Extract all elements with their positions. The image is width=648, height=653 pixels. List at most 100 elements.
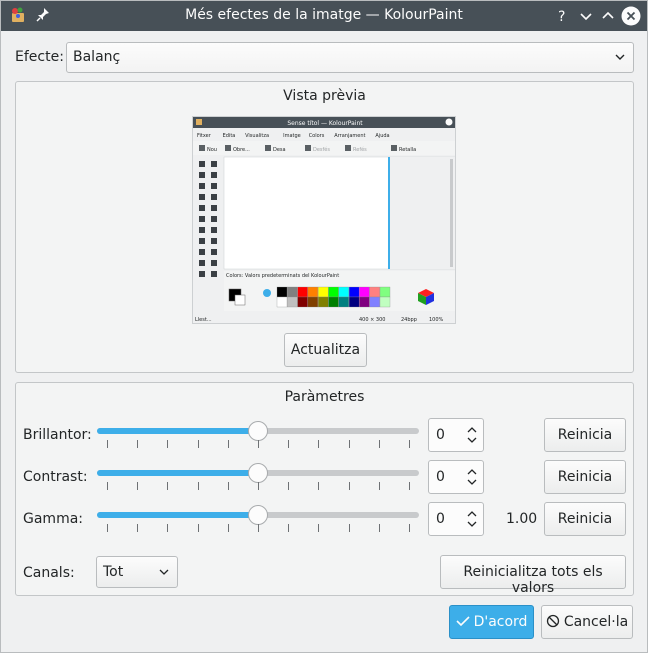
mini-tool-icon <box>211 260 217 266</box>
slider-tick <box>198 482 199 490</box>
mini-tool-icon <box>199 172 205 178</box>
brightness-spinbox[interactable]: 0 <box>428 418 484 452</box>
mini-palette-swatch <box>348 286 360 298</box>
slider-tick <box>288 482 289 490</box>
mini-palette-swatch <box>359 286 370 298</box>
slider-handle[interactable] <box>248 463 268 483</box>
close-button[interactable] <box>620 5 642 27</box>
spin-arrows-icon[interactable] <box>465 508 479 530</box>
spin-arrows-icon[interactable] <box>465 424 479 446</box>
mini-palette-swatch <box>318 296 329 308</box>
mini-tool-icon <box>199 238 205 244</box>
mini-menu-item: Imatge <box>283 133 301 139</box>
mini-tool-icon <box>211 172 217 178</box>
title-bar: Més efectes de la imatge — KolourPaint ? <box>1 1 647 31</box>
chevron-down-icon <box>159 569 169 575</box>
mini-menu-item: Arranjament <box>334 133 365 139</box>
mini-palette-swatch <box>338 296 349 308</box>
mini-tool-icon <box>199 216 205 222</box>
mini-toolbar-item: Retalla <box>399 147 416 153</box>
ok-button[interactable]: D'acord <box>449 605 534 639</box>
mini-palette-swatch <box>369 286 380 298</box>
brightness-label: Brillantor: <box>23 427 92 443</box>
mini-toolbar-icon <box>265 145 271 151</box>
mini-tool-icon <box>199 249 205 255</box>
maximize-button[interactable] <box>597 5 619 27</box>
gamma-display-value: 1.00 <box>506 511 538 527</box>
slider-tick <box>409 440 410 448</box>
mini-tool-icon <box>199 161 205 167</box>
slider-tick <box>379 524 380 532</box>
channels-label: Canals: <box>23 565 75 581</box>
contrast-reset-button[interactable]: Reinicia <box>544 460 626 494</box>
mini-palette-swatch <box>307 296 319 308</box>
effect-combobox[interactable]: Balanç <box>66 42 634 73</box>
slider-tick <box>409 482 410 490</box>
mini-tool-icon <box>199 205 205 211</box>
gamma-reset-button[interactable]: Reinicia <box>544 502 626 536</box>
mini-palette-swatch <box>379 296 391 308</box>
cancel-button[interactable]: Cancel·la <box>541 605 633 639</box>
contrast-value: 0 <box>436 469 445 485</box>
gamma-slider[interactable] <box>97 505 419 537</box>
contrast-spinbox[interactable]: 0 <box>428 460 484 494</box>
mini-toolbar-item: Obre... <box>233 147 250 153</box>
spin-arrows-icon[interactable] <box>465 466 479 488</box>
slider-handle[interactable] <box>248 421 268 441</box>
cancel-label: Cancel·la <box>563 614 629 630</box>
slider-handle[interactable] <box>248 505 268 525</box>
mini-tool-icon <box>211 183 217 189</box>
gamma-spinbox[interactable]: 0 <box>428 502 484 536</box>
slider-tick <box>228 482 229 490</box>
slider-tick <box>137 524 138 532</box>
mini-tool-icon <box>199 227 205 233</box>
question-icon: ? <box>558 9 565 25</box>
slider-tick <box>379 482 380 490</box>
mini-tool-icon <box>199 260 205 266</box>
gamma-label: Gamma: <box>23 511 83 527</box>
help-button[interactable]: ? <box>551 5 573 27</box>
slider-tick <box>288 524 289 532</box>
contrast-slider[interactable] <box>97 463 419 495</box>
slider-tick <box>167 482 168 490</box>
mini-palette-swatch <box>287 296 298 308</box>
slider-tick <box>167 524 168 532</box>
preview-image: Sense títol — KolourPaint Fitxer Edita Vis… <box>192 116 456 324</box>
slider-tick <box>318 482 319 490</box>
mini-toolbar-item: Nou <box>207 147 217 153</box>
channels-combobox[interactable]: Tot <box>96 556 178 588</box>
mini-palette-swatch <box>379 286 391 298</box>
slider-tick <box>228 524 229 532</box>
channels-selected-value: Tot <box>103 564 124 580</box>
effect-selected-value: Balanç <box>73 49 121 65</box>
mini-palette-swatch <box>276 296 288 308</box>
contrast-label: Contrast: <box>23 469 88 485</box>
mini-palette-swatch <box>287 286 298 298</box>
mini-tool-icon <box>199 271 205 277</box>
mini-status-zoom: 100% <box>429 317 444 323</box>
mini-toolbar-item: Desfés <box>313 146 330 153</box>
mini-palette-swatch <box>338 286 349 298</box>
mini-toolbar-item: Refés <box>353 146 367 153</box>
gamma-value: 0 <box>436 511 445 527</box>
parameters-title: Paràmetres <box>284 389 365 405</box>
slider-tick <box>409 524 410 532</box>
slider-tick <box>107 524 108 532</box>
reset-all-button[interactable]: Reinicialitza tots els valors <box>440 555 626 596</box>
brightness-reset-button[interactable]: Reinicia <box>544 418 626 452</box>
preview-group: Vista prèvia Sense títol — KolourPaint F… <box>15 81 634 373</box>
brightness-slider[interactable] <box>97 421 419 453</box>
mini-status-bpp: 24bpp <box>401 317 417 323</box>
mini-title: Sense títol — KolourPaint <box>287 120 363 127</box>
slider-tick <box>349 482 350 490</box>
slider-tick <box>258 440 259 448</box>
minimize-button[interactable] <box>575 5 597 27</box>
brightness-value: 0 <box>436 427 445 443</box>
mini-palette-swatch <box>369 296 380 308</box>
mini-menu-item: Visualitza <box>245 133 269 139</box>
slider-tick <box>137 440 138 448</box>
mini-tool-icon <box>211 194 217 200</box>
slider-tick <box>107 440 108 448</box>
update-preview-button[interactable]: Actualitza <box>284 333 367 367</box>
mini-status-size: 400 × 300 <box>359 317 385 323</box>
